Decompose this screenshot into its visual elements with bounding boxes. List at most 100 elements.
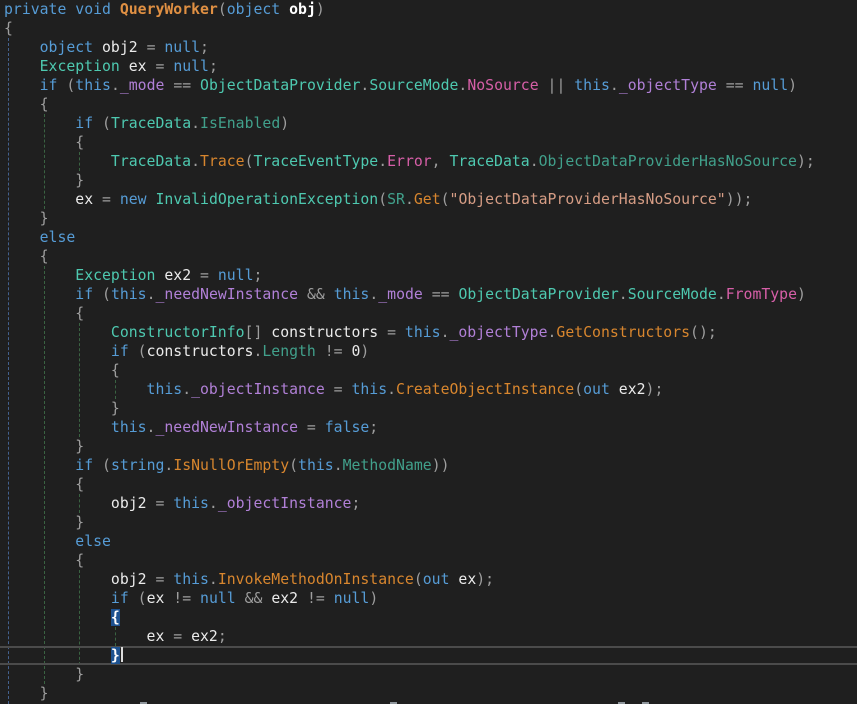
code-line[interactable]: } [0,209,857,228]
token [4,39,40,56]
token: != [316,343,352,360]
code-line[interactable]: } [0,171,857,190]
token: ex2 [271,590,298,607]
token: out [583,381,610,398]
code-line[interactable]: } [0,646,857,665]
code-line[interactable]: private void QueryWorker(object obj) [0,0,857,19]
token: Exception [40,58,120,75]
code-line[interactable]: } [0,513,857,532]
token: obj2 [102,39,138,56]
token: CreateObjectInstance [396,381,574,398]
code-line[interactable]: { [0,304,857,323]
token: = [147,571,174,588]
code-line[interactable]: if (ex != null && ex2 != null) [0,589,857,608]
token [4,172,75,189]
code-line[interactable]: this._objectInstance = this.CreateObject… [0,380,857,399]
token: _objectType [449,324,547,341]
token: ( [414,571,423,588]
code-line[interactable]: obj2 = this._objectInstance; [0,494,857,513]
code-line[interactable]: this._needNewInstance = false; [0,418,857,437]
code-line[interactable]: object obj2 = null; [0,38,857,57]
token: if [40,77,58,94]
code-line[interactable]: if (constructors.Length != 0) [0,342,857,361]
token: this [298,457,334,474]
token: ex [458,571,476,588]
code-line[interactable]: ex = new InvalidOperationException(SR.Ge… [0,190,857,209]
token: new [120,191,147,208]
token: != [164,590,200,607]
code-line[interactable]: ex = ex2; [0,627,857,646]
code-line[interactable]: else [0,228,857,247]
code-line[interactable]: if (this._needNewInstance && this._mode … [0,285,857,304]
token: if [75,115,93,132]
token: this [111,419,147,436]
token: if [111,343,129,360]
token: TraceData [450,153,530,170]
token [4,96,40,113]
token: ex2 [191,628,218,645]
token: ) [360,343,369,360]
code-line[interactable]: { [0,247,857,266]
token [4,305,75,322]
token [4,343,111,360]
code-line[interactable]: } [0,437,857,456]
token: )) [432,457,450,474]
code-line[interactable]: { [0,133,857,152]
token: ( [93,115,111,132]
token: ; [209,58,218,75]
token: ex [129,58,147,75]
token [4,438,75,455]
token: . [378,153,387,170]
token [610,381,619,398]
code-line[interactable]: { [0,19,857,38]
code-editor[interactable]: private void QueryWorker(object obj){ ob… [0,0,857,704]
token: obj2 [111,495,147,512]
code-line[interactable]: { [0,608,857,627]
token: { [40,248,49,265]
code-line[interactable]: Exception ex2 = null; [0,266,857,285]
token: if [75,286,93,303]
code-line[interactable]: { [0,551,857,570]
token: null [164,39,200,56]
code-line[interactable]: ConstructorInfo[] constructors = this._o… [0,323,857,342]
token: ; [351,495,360,512]
code-line[interactable]: } [0,399,857,418]
token: TraceData [111,115,191,132]
token: null [218,267,254,284]
code-line[interactable]: Exception ex = null; [0,57,857,76]
token: ( [218,1,227,18]
code-line[interactable]: else [0,532,857,551]
token [4,267,75,284]
token: . [369,286,378,303]
token: NoSource [467,77,538,94]
token [4,362,111,379]
token: InvokeMethodOnInstance [218,571,414,588]
token: ) [797,286,806,303]
code-line[interactable]: } [0,684,857,703]
code-line[interactable]: TraceData.Trace(TraceEventType.Error, Tr… [0,152,857,171]
token: FromType [726,286,797,303]
token [4,571,111,588]
token: } [40,210,49,227]
code-line[interactable]: if (TraceData.IsEnabled) [0,114,857,133]
code-line[interactable]: { [0,361,857,380]
token: constructors [147,343,254,360]
token: . [191,115,200,132]
matched-brace: { [111,609,120,626]
code-line[interactable]: } [0,665,857,684]
token: ; [200,39,209,56]
code-line[interactable]: if (this._mode == ObjectDataProvider.Sou… [0,76,857,95]
code-line[interactable]: { [0,95,857,114]
token: Exception [75,267,155,284]
token: . [164,457,173,474]
token: false [325,419,370,436]
code-line[interactable]: obj2 = this.InvokeMethodOnInstance(out e… [0,570,857,589]
token: InvalidOperationException [156,191,379,208]
token: _mode [378,286,423,303]
token: = [378,324,405,341]
matched-brace: } [111,647,120,664]
token: . [619,286,628,303]
code-line[interactable]: if (string.IsNullOrEmpty(this.MethodName… [0,456,857,475]
code-line[interactable]: { [0,475,857,494]
token [4,229,40,246]
